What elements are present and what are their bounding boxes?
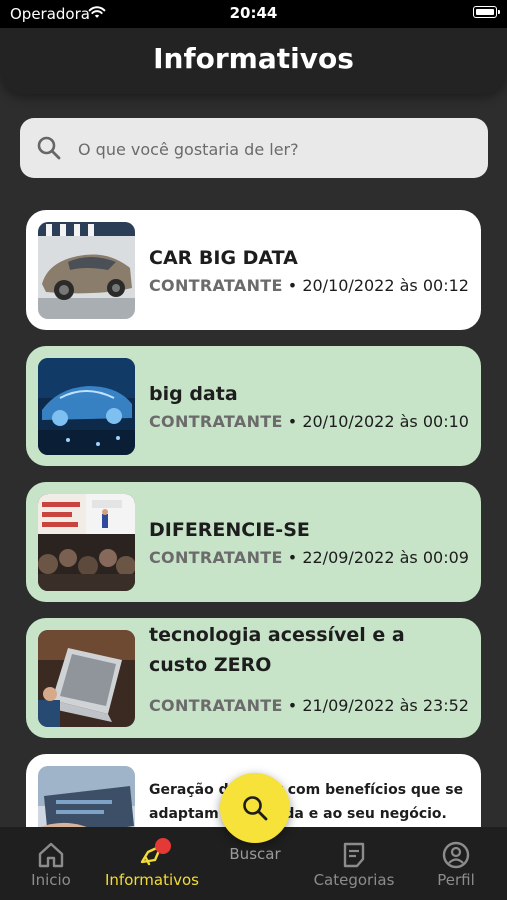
tab-buscar-label[interactable]: Buscar	[208, 845, 302, 863]
article-card[interactable]: CAR BIG DATA CONTRATANTE • 20/10/2022 às…	[26, 210, 481, 330]
article-card[interactable]: tecnologia acessível e a custo ZERO CONT…	[26, 618, 481, 738]
note-icon	[343, 842, 365, 868]
user-circle-icon	[442, 841, 470, 869]
article-author: CONTRATANTE	[149, 412, 283, 431]
tab-perfil[interactable]: Perfil	[416, 827, 496, 900]
article-author: CONTRATANTE	[149, 696, 283, 715]
article-author: CONTRATANTE	[149, 276, 283, 295]
article-title: CAR BIG DATA	[149, 247, 298, 269]
tab-label: Informativos	[104, 871, 199, 889]
article-thumbnail	[38, 222, 135, 319]
search-icon	[243, 796, 268, 821]
article-date: • 20/10/2022 às 00:12	[287, 276, 469, 295]
search-bar[interactable]	[20, 118, 488, 180]
tab-label: Perfil	[437, 871, 475, 889]
article-meta: CONTRATANTE • 20/10/2022 às 00:10	[149, 412, 475, 431]
article-title: Geração de valor com benefícios que se a…	[149, 782, 464, 822]
article-meta: CONTRATANTE • 20/10/2022 às 00:12	[149, 276, 475, 295]
app-screen: Informativos O que você gostaria de ler?…	[0, 28, 507, 900]
tab-label: Inicio	[31, 871, 71, 889]
home-icon	[38, 842, 64, 868]
status-bar: Operadora 20:44	[0, 0, 507, 28]
article-thumbnail	[38, 630, 135, 727]
tab-categorias[interactable]: Categorias	[306, 827, 402, 900]
search-fab-button[interactable]	[220, 773, 290, 843]
article-title: big data	[149, 383, 238, 405]
search-icon	[37, 136, 61, 160]
article-thumbnail	[38, 494, 135, 591]
battery-icon	[473, 6, 500, 18]
article-meta: CONTRATANTE • 21/09/2022 às 23:52	[149, 696, 475, 715]
article-date: • 22/09/2022 às 00:09	[287, 548, 469, 567]
header: Informativos	[0, 28, 507, 94]
article-date: • 20/10/2022 às 00:10	[287, 412, 469, 431]
tab-label: Categorias	[313, 871, 395, 889]
article-title: tecnologia acessível e a custo ZERO	[149, 624, 405, 676]
article-thumbnail	[38, 358, 135, 455]
article-card[interactable]: DIFERENCIE-SE CONTRATANTE • 22/09/2022 à…	[26, 482, 481, 602]
article-title: DIFERENCIE-SE	[149, 519, 310, 541]
notification-badge	[155, 838, 171, 854]
tab-informativos[interactable]: Informativos	[100, 827, 204, 900]
article-meta: CONTRATANTE • 22/09/2022 às 00:09	[149, 548, 475, 567]
page-title: Informativos	[153, 42, 354, 75]
article-author: CONTRATANTE	[149, 548, 283, 567]
clock: 20:44	[229, 4, 278, 22]
article-date: • 21/09/2022 às 23:52	[287, 696, 469, 715]
article-card[interactable]: big data CONTRATANTE • 20/10/2022 às 00:…	[26, 346, 481, 466]
tab-inicio[interactable]: Inicio	[10, 827, 92, 900]
search-input[interactable]	[76, 118, 470, 180]
